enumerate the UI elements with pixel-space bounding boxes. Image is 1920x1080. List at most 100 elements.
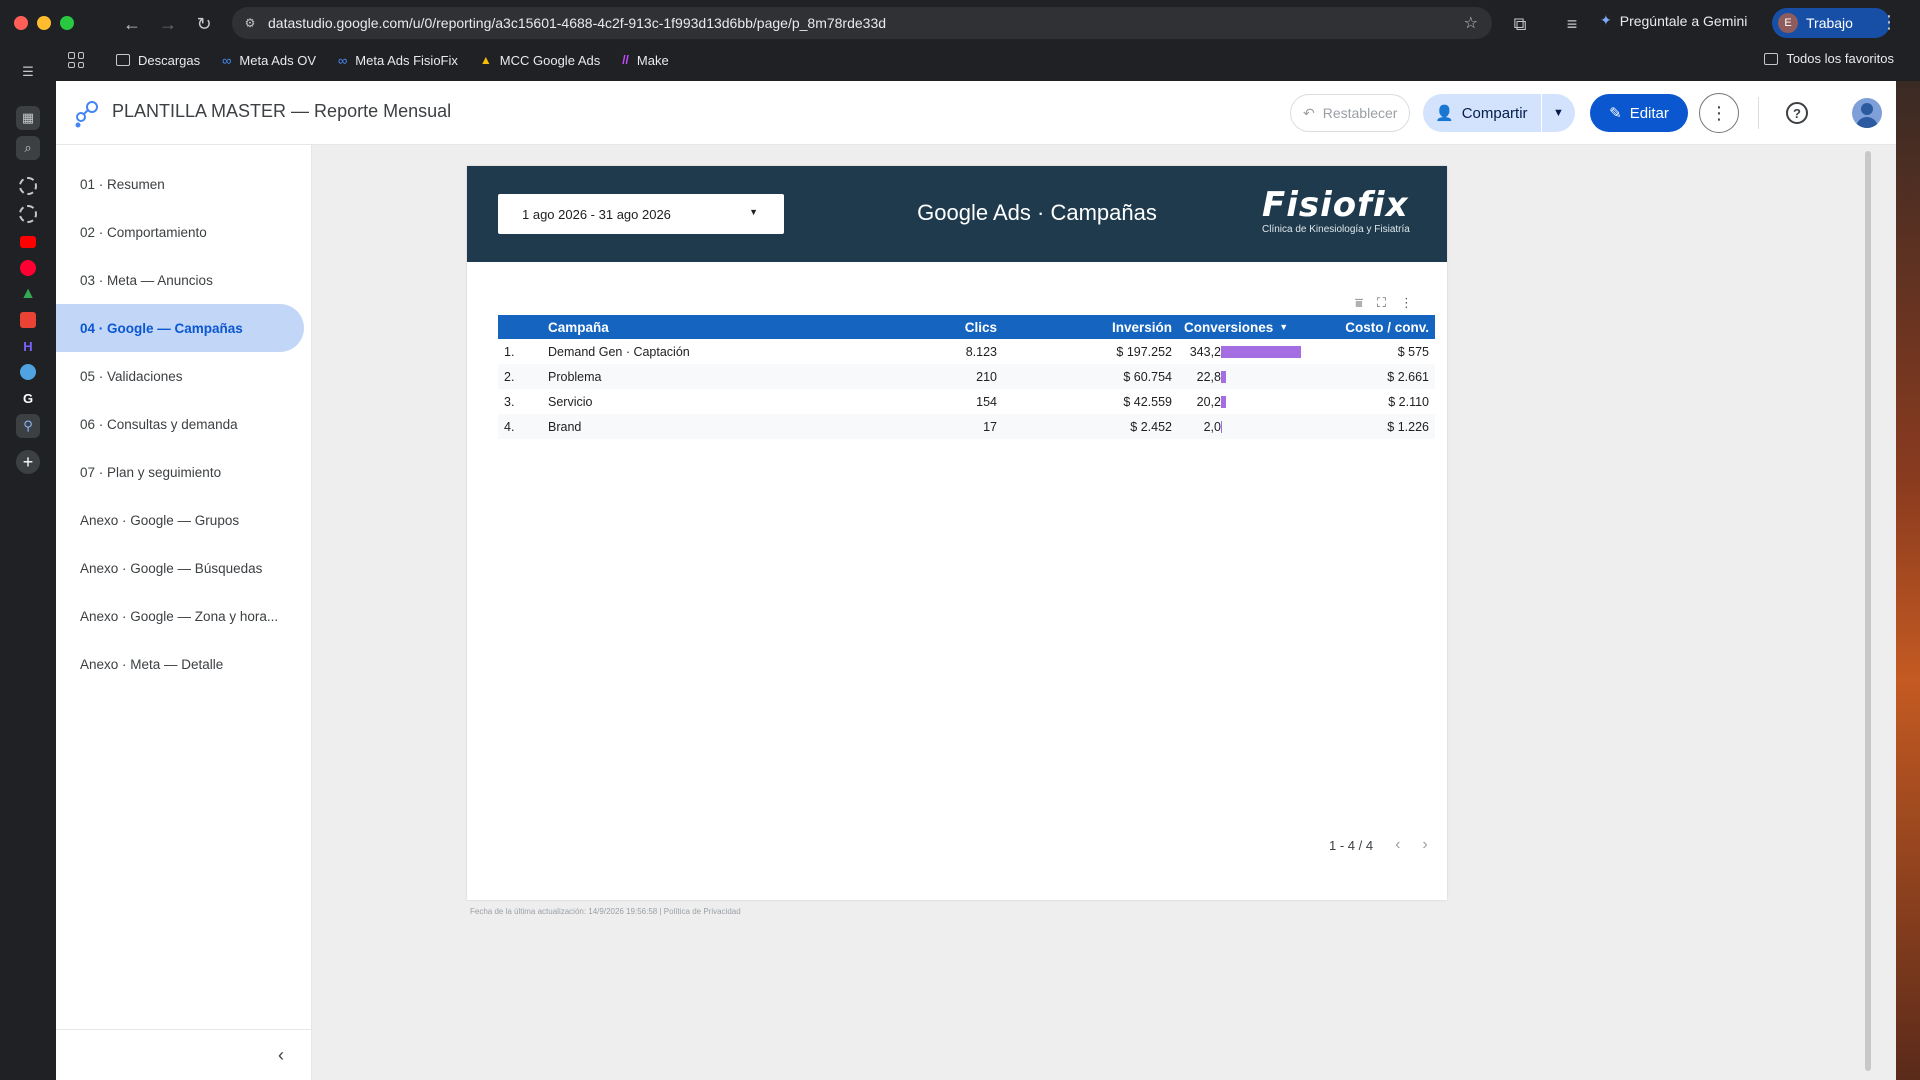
bookmark-label: Descargas — [138, 52, 201, 68]
chart-menu-icon[interactable]: ⋮ — [1400, 295, 1413, 311]
app-globe-icon[interactable] — [16, 360, 40, 384]
reset-label: Restablecer — [1322, 105, 1398, 121]
tab-search-icon[interactable]: ≡ — [1560, 12, 1584, 36]
bookmark-descargas[interactable]: Descargas — [116, 53, 200, 68]
next-page-icon[interactable]: › — [1422, 836, 1427, 854]
close-window-button[interactable] — [14, 16, 28, 30]
gemini-label: Pregúntale a Gemini — [1619, 12, 1748, 29]
minimize-window-button[interactable] — [37, 16, 51, 30]
edit-button[interactable]: ✎ Editar — [1590, 94, 1688, 132]
meta-icon: ∞ — [222, 52, 232, 68]
previous-page-icon[interactable]: ‹ — [1395, 836, 1400, 854]
table-row[interactable]: 3. Servicio 154 $ 42.559 20,2 $ 2.110 — [498, 389, 1435, 414]
clicks-cell: 17 — [983, 419, 997, 434]
table-header: Campaña Clics Inversión Conversiones ▼ C… — [498, 315, 1435, 339]
investment-cell: $ 60.754 — [1123, 369, 1172, 384]
site-settings-icon[interactable]: ⚙ — [242, 15, 258, 31]
cost-per-conversion-cell: $ 1.226 — [1387, 419, 1429, 434]
loading-app-icon[interactable] — [16, 202, 40, 226]
youtube-icon[interactable] — [16, 230, 40, 254]
table-row[interactable]: 1. Demand Gen · Captación 8.123 $ 197.252 34… — [498, 339, 1435, 364]
collapse-nav-chevron-icon[interactable]: ‹ — [278, 1045, 284, 1066]
address-bar[interactable]: ⚙ datastudio.google.com/u/0/reporting/a3… — [232, 7, 1492, 39]
share-dropdown-chevron-icon[interactable]: ▼ — [1541, 94, 1575, 132]
extensions-icon[interactable]: ⧉ — [1508, 12, 1532, 36]
profile-avatar: E — [1778, 13, 1798, 33]
bookmark-make[interactable]: // Make — [622, 53, 668, 68]
bookmark-meta-ads-ov[interactable]: ∞ Meta Ads OV — [222, 53, 316, 68]
google-drive-icon[interactable]: ▲ — [16, 282, 40, 306]
youtube-music-icon[interactable] — [16, 256, 40, 280]
page-nav-item[interactable]: Anexo · Meta — Detalle — [56, 640, 304, 688]
page-nav-item[interactable]: 02 · Comportamiento — [56, 208, 304, 256]
column-header-conversions[interactable]: Conversiones ▼ — [1184, 315, 1288, 339]
calendar-icon[interactable] — [16, 308, 40, 332]
conversions-bar — [1221, 371, 1226, 383]
conversions-cell: 343,2 — [1189, 344, 1221, 359]
page-nav-item[interactable]: 01 · Resumen — [56, 160, 304, 208]
url-text[interactable]: datastudio.google.com/u/0/reporting/a3c1… — [268, 15, 886, 31]
sidebar-toggle-icon[interactable]: ☰ — [16, 60, 40, 84]
page-nav-item[interactable]: 06 · Consultas y demanda — [56, 400, 304, 448]
meta-icon: ∞ — [338, 52, 348, 68]
page-nav-item[interactable]: Anexo · Google — Búsquedas — [56, 544, 304, 592]
gemini-button[interactable]: ✦ Pregúntale a Gemini — [1600, 12, 1747, 29]
tab-groups-icon[interactable]: ▦ — [16, 106, 40, 130]
back-icon[interactable]: ← — [120, 12, 144, 36]
app-h-icon[interactable]: H — [16, 334, 40, 358]
report-title[interactable]: PLANTILLA MASTER — Reporte Mensual — [112, 101, 451, 122]
add-app-icon[interactable]: + — [16, 450, 40, 474]
table-row[interactable]: 4. Brand 17 $ 2.452 2,0 $ 1.226 — [498, 414, 1435, 439]
conversions-bar — [1221, 396, 1226, 408]
bookmark-mcc-google-ads[interactable]: ▲ MCC Google Ads — [480, 53, 600, 68]
desktop-wallpaper-edge — [1896, 81, 1920, 1080]
report-footer-note: Fecha de la última actualización: 14/9/2… — [470, 907, 741, 916]
page-nav-item[interactable]: Anexo · Google — Zona y hora... — [56, 592, 304, 640]
account-avatar[interactable] — [1852, 98, 1882, 128]
share-button[interactable]: 👤 Compartir — [1423, 104, 1541, 123]
all-bookmarks-button[interactable]: Todos los favoritos — [1764, 51, 1894, 66]
column-header-cost-per-conversion[interactable]: Costo / conv. — [1345, 315, 1429, 339]
date-range-control[interactable]: 1 ago 2026 - 31 ago 2026 ▼ — [498, 194, 784, 234]
page-nav-item[interactable]: 07 · Plan y seguimiento — [56, 448, 304, 496]
apps-grid-icon[interactable] — [68, 52, 84, 68]
side-dock: ☰ ▦ ⌕ ▲ H G ⚲ + — [0, 52, 56, 1080]
bookmark-label: Make — [636, 52, 669, 68]
google-icon[interactable]: G — [16, 386, 40, 410]
gemini-spark-icon: ✦ — [1600, 12, 1612, 28]
search-panel-icon[interactable]: ⌕ — [16, 136, 40, 160]
date-range-value: 1 ago 2026 - 31 ago 2026 — [522, 206, 671, 222]
reset-button[interactable]: ↶ Restablecer — [1290, 94, 1410, 132]
profile-button[interactable]: E Trabajo — [1772, 8, 1890, 38]
dropdown-caret-icon: ▼ — [749, 207, 758, 217]
canvas-scrollbar[interactable] — [1862, 145, 1874, 1080]
loading-app-icon[interactable] — [16, 174, 40, 198]
page-nav-item-active[interactable]: 04 · Google — Campañas — [56, 304, 304, 352]
investment-cell: $ 197.252 — [1116, 344, 1172, 359]
maximize-window-button[interactable] — [60, 16, 74, 30]
fisiofix-logo: Fisiofix Clínica de Kinesiología y Fisia… — [1262, 188, 1412, 235]
pagination-text: 1 - 4 / 4 — [1329, 837, 1374, 853]
reload-icon[interactable]: ↻ — [192, 12, 216, 36]
table-row[interactable]: 2. Problema 210 $ 60.754 22,8 $ 2.661 — [498, 364, 1435, 389]
brand-name: Fisiofix — [1262, 185, 1409, 225]
help-icon[interactable]: ? — [1786, 102, 1808, 124]
clicks-cell: 8.123 — [965, 344, 997, 359]
column-header-campaign[interactable]: Campaña — [548, 315, 609, 339]
column-header-clicks[interactable]: Clics — [965, 315, 997, 339]
forward-icon[interactable]: → — [156, 12, 180, 36]
page-nav-item[interactable]: Anexo · Google — Grupos — [56, 496, 304, 544]
page-nav-item[interactable]: 05 · Validaciones — [56, 352, 304, 400]
google-ads-icon: ▲ — [479, 53, 492, 67]
browser-menu-icon[interactable]: ⋮ — [1880, 12, 1898, 33]
fullscreen-icon[interactable]: ⛶ — [1377, 295, 1386, 311]
looker-studio-icon[interactable]: ⚲ — [16, 414, 40, 438]
conversions-bar — [1221, 346, 1301, 358]
bookmark-star-icon[interactable]: ☆ — [1464, 13, 1478, 33]
page-nav-item[interactable]: 03 · Meta — Anuncios — [56, 256, 304, 304]
campaign-name-cell: Brand — [548, 419, 582, 434]
bookmark-meta-ads-fisiofix[interactable]: ∞ Meta Ads FisioFix — [338, 53, 458, 68]
column-header-investment[interactable]: Inversión — [1112, 315, 1172, 339]
filter-icon[interactable]: ⩸ — [1355, 295, 1363, 311]
more-options-icon[interactable]: ⋮ — [1699, 93, 1739, 133]
